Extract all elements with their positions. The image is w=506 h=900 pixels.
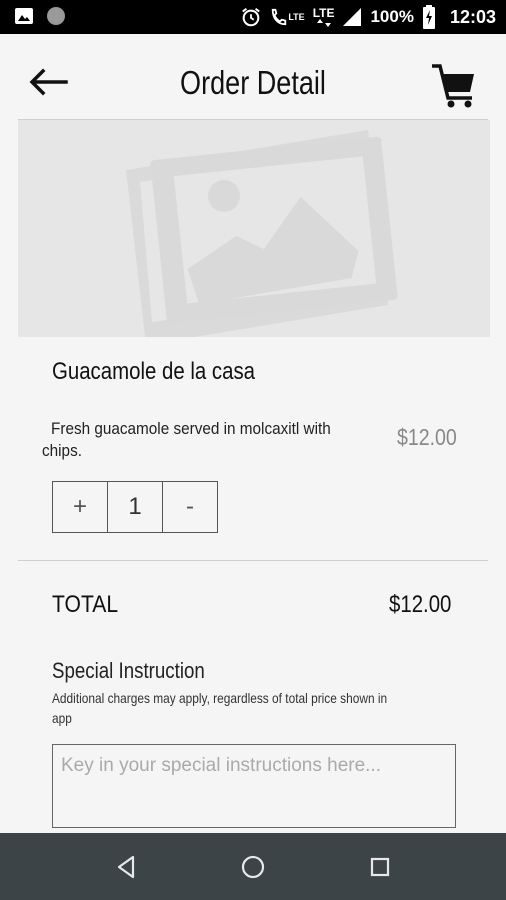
status-notifications bbox=[14, 6, 66, 26]
lte-label-2: LTE bbox=[312, 6, 335, 20]
signal-icon bbox=[343, 8, 362, 26]
item-image bbox=[18, 120, 490, 337]
lte-indicator: LTE bbox=[312, 6, 335, 27]
quantity-stepper: + 1 - bbox=[52, 481, 218, 533]
triangle-back-icon bbox=[117, 855, 135, 879]
nav-back-button[interactable] bbox=[111, 851, 143, 883]
circle-home-icon bbox=[241, 855, 265, 879]
system-nav-bar bbox=[0, 833, 506, 900]
special-instruction-input[interactable] bbox=[52, 744, 456, 828]
nav-home-button[interactable] bbox=[237, 851, 269, 883]
cart-button[interactable] bbox=[430, 60, 478, 110]
square-recents-icon bbox=[370, 857, 390, 877]
shopping-cart-icon bbox=[432, 64, 474, 108]
call-lte-indicator: LTE bbox=[270, 7, 305, 27]
total-label: TOTAL bbox=[52, 591, 119, 618]
alarm-icon bbox=[242, 7, 261, 27]
status-indicators: LTE LTE 100% 12:03 bbox=[240, 0, 496, 34]
total-value: $12.00 bbox=[389, 591, 452, 618]
increment-button[interactable]: + bbox=[53, 482, 108, 532]
decrement-button[interactable]: - bbox=[163, 482, 217, 532]
item-description: Fresh guacamole served in molcaxitl with… bbox=[42, 419, 331, 460]
quantity-value: 1 bbox=[108, 482, 163, 532]
page-title: Order Detail bbox=[180, 64, 326, 101]
special-instruction-title: Special Instruction bbox=[52, 658, 205, 683]
circle-notification-icon bbox=[47, 7, 65, 25]
image-placeholder-icon bbox=[126, 130, 398, 337]
nav-recents-button[interactable] bbox=[364, 851, 396, 883]
status-bar: LTE LTE 100% 12:03 bbox=[0, 0, 506, 34]
battery-charging-icon bbox=[422, 5, 435, 29]
special-instruction-note: Additional charges may apply, regardless… bbox=[52, 690, 388, 726]
data-arrows-icon bbox=[316, 19, 331, 27]
section-divider bbox=[18, 560, 488, 561]
wifi-call-icon bbox=[272, 8, 287, 26]
battery-percent: 100% bbox=[370, 7, 414, 26]
lte-label-1: LTE bbox=[288, 11, 305, 22]
item-name: Guacamole de la casa bbox=[52, 358, 255, 385]
item-price: $12.00 bbox=[397, 424, 457, 450]
image-notification-icon bbox=[15, 8, 33, 24]
clock: 12:03 bbox=[449, 6, 496, 27]
app-header: Order Detail bbox=[0, 34, 506, 120]
